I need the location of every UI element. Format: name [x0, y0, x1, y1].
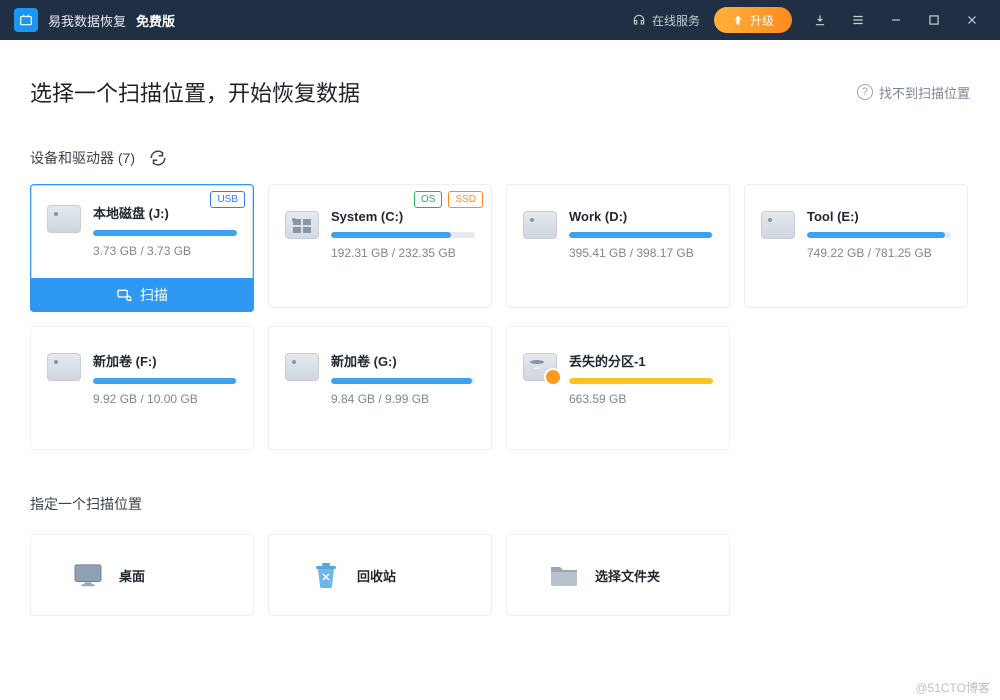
drive-card[interactable]: Tool (E:) 749.22 GB / 781.25 GB: [744, 184, 968, 308]
capacity-bar: [331, 378, 475, 384]
close-icon[interactable]: [964, 12, 980, 28]
drive-name: Tool (E:): [807, 209, 951, 224]
specify-section-title: 指定一个扫描位置: [30, 494, 970, 514]
location-desktop[interactable]: 桌面: [30, 534, 254, 616]
drive-name: 丢失的分区-1: [569, 351, 713, 370]
drive-capacity: 663.59 GB: [569, 392, 713, 406]
drive-capacity: 395.41 GB / 398.17 GB: [569, 246, 713, 260]
scan-icon: [116, 287, 132, 303]
menu-icon[interactable]: [850, 12, 866, 28]
online-service-button[interactable]: 在线服务: [632, 12, 700, 29]
location-label: 桌面: [119, 566, 145, 585]
drive-card[interactable]: USB本地磁盘 (J:)3.73 GB / 3.73 GB扫描: [30, 184, 254, 312]
page-title: 选择一个扫描位置，开始恢复数据: [30, 76, 360, 108]
capacity-bar: [93, 378, 237, 384]
disk-icon: [285, 353, 319, 381]
capacity-bar: [569, 378, 713, 384]
location-recycle[interactable]: 回收站: [268, 534, 492, 616]
drive-name: Work (D:): [569, 209, 713, 224]
upgrade-arrow-icon: [732, 14, 744, 26]
disk-icon: [285, 211, 319, 239]
scan-button[interactable]: 扫描: [30, 278, 254, 312]
drive-capacity: 3.73 GB / 3.73 GB: [93, 244, 237, 258]
refresh-icon[interactable]: [149, 149, 167, 167]
drive-card[interactable]: 新加卷 (F:) 9.92 GB / 10.00 GB: [30, 326, 254, 450]
disk-icon: [761, 211, 795, 239]
help-label: 找不到扫描位置: [879, 83, 970, 102]
location-label: 回收站: [357, 566, 396, 585]
drive-card[interactable]: OS SSDSystem (C:) 192.31 GB / 232.35 GB: [268, 184, 492, 308]
location-grid: 桌面 回收站 选择文件夹: [30, 534, 970, 616]
content: 选择一个扫描位置，开始恢复数据 ? 找不到扫描位置 设备和驱动器 (7) USB…: [0, 40, 1000, 700]
capacity-bar: [331, 232, 475, 238]
drive-card[interactable]: 新加卷 (G:) 9.84 GB / 9.99 GB: [268, 326, 492, 450]
app-edition: 免费版: [136, 11, 175, 30]
maximize-icon[interactable]: [926, 12, 942, 28]
drive-card[interactable]: 丢失的分区-1 663.59 GB: [506, 326, 730, 450]
folder-icon: [549, 562, 579, 588]
drive-name: 新加卷 (F:): [93, 351, 237, 370]
upgrade-button[interactable]: 升级: [714, 7, 792, 33]
app-name: 易我数据恢复: [48, 11, 126, 30]
drive-capacity: 9.92 GB / 10.00 GB: [93, 392, 237, 406]
drive-capacity: 749.22 GB / 781.25 GB: [807, 246, 951, 260]
headset-icon: [632, 13, 646, 27]
devices-section-title: 设备和驱动器 (7): [30, 148, 970, 168]
question-icon: ?: [857, 84, 873, 100]
location-label: 选择文件夹: [595, 566, 660, 585]
drive-capacity: 192.31 GB / 232.35 GB: [331, 246, 475, 260]
recycle-icon: [311, 562, 341, 588]
disk-icon: [47, 353, 81, 381]
titlebar: 易我数据恢复 免费版 在线服务 升级: [0, 0, 1000, 40]
location-folder[interactable]: 选择文件夹: [506, 534, 730, 616]
drive-capacity: 9.84 GB / 9.99 GB: [331, 392, 475, 406]
disk-icon: [523, 211, 557, 239]
os-tag: OS: [414, 191, 442, 208]
drive-name: System (C:): [331, 209, 475, 224]
disk-icon: [523, 353, 557, 381]
capacity-bar: [807, 232, 951, 238]
app-logo: [14, 8, 38, 32]
drive-name: 新加卷 (G:): [331, 351, 475, 370]
download-icon[interactable]: [812, 12, 828, 28]
watermark: @51CTO博客: [915, 679, 990, 696]
online-service-label: 在线服务: [652, 12, 700, 29]
ssd-tag: SSD: [448, 191, 483, 208]
upgrade-label: 升级: [750, 12, 774, 29]
capacity-bar: [569, 232, 713, 238]
disk-icon: [47, 205, 81, 233]
usb-tag: USB: [210, 191, 245, 208]
capacity-bar: [93, 230, 237, 236]
drive-grid: USB本地磁盘 (J:)3.73 GB / 3.73 GB扫描OSSSDSyst…: [30, 184, 970, 450]
help-link[interactable]: ? 找不到扫描位置: [857, 83, 970, 102]
minimize-icon[interactable]: [888, 12, 904, 28]
desktop-icon: [73, 562, 103, 588]
drive-card[interactable]: Work (D:) 395.41 GB / 398.17 GB: [506, 184, 730, 308]
